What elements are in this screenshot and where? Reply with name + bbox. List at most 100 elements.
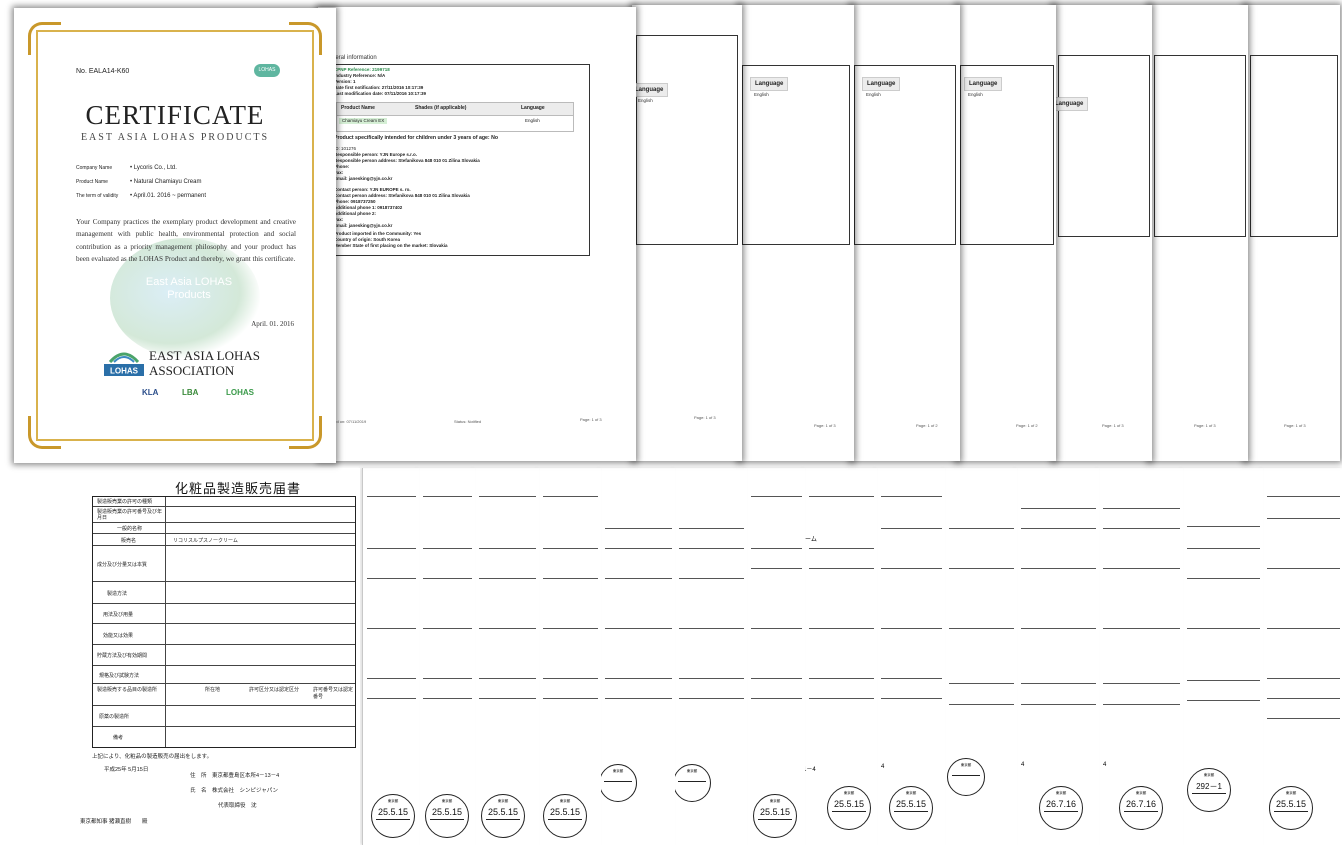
cell-product-name: Chamiayu Cream EX [339, 118, 388, 124]
product-name-field: Product Name • Natural Chamiayu Cream [76, 179, 201, 185]
jp-cosmetic-notification-form: 化粧品製造販売届書 製造販売業の許可の種類 製造販売業の許可番号及び年月日 一般… [60, 468, 360, 845]
language-header: Language [632, 83, 669, 97]
receipt-stamp: 東京都 25.5.15 [889, 786, 933, 830]
jp-form-strip-15: 東京都 25.5.15 [1262, 468, 1342, 845]
language-value: English [866, 92, 881, 97]
responsible-person-block: ID: 101276 Responsible person: YJN Europ… [334, 146, 584, 182]
field-label: The term of validity [76, 193, 119, 199]
certificate-subtitle: EAST ASIA LOHAS PRODUCTS [80, 132, 270, 143]
certificate-title: CERTIFICATE [85, 100, 265, 130]
cpnp-general-info: CPNP Reference: 2199718 Industry Referen… [334, 67, 584, 97]
cpnp-page-stack-6: Language English Page: 1 of 2 [850, 5, 960, 461]
receipt-stamp: 東京都 [947, 758, 985, 796]
language-value: English [968, 92, 983, 97]
contact-email: Email: janesking@yjn.co.kr [334, 223, 393, 228]
jp-form-strip-13: 4 東京都 26.7.16 [1098, 468, 1183, 845]
form-date: 平成25年 5月15日 [104, 767, 149, 773]
jp-form-strip-4: 東京都 25.5.15 [474, 468, 539, 845]
import-block: Product imported in the Community: Yes C… [334, 231, 584, 249]
row-label: 製造方法 [107, 591, 128, 597]
receipt-stamp: 東京都 [599, 764, 637, 802]
language-value: English [638, 98, 653, 103]
row-label: 成分及び分量又は本質 [97, 562, 148, 568]
page-number: Page: 1 of 3 [1102, 423, 1124, 428]
row-label: 製造販売業の許可の種類 [97, 499, 153, 505]
page-number: Page: 1 of 3 [694, 415, 716, 420]
lohas-logo-icon: LOHAS [104, 352, 144, 376]
jp-form-strip-11: 東京都 [944, 468, 1017, 845]
association-name: EAST ASIA LOHAS ASSOCIATION [149, 348, 261, 378]
cpnp-page-stack-7: Language English Page: 1 of 2 [956, 5, 1056, 461]
receipt-stamp: 東京都 [673, 764, 711, 802]
field-value: • April.01. 2016 ~ permanent [130, 193, 206, 199]
jp-form-strip-6: 東京都 [599, 468, 675, 845]
form-representative: 代表取締役 沈 [218, 803, 257, 809]
page-number: Page: 1 of 3 [1194, 423, 1216, 428]
receipt-stamp: 東京都 25.5.15 [481, 794, 525, 838]
logo-text: LOHAS [110, 367, 139, 376]
contact-person-block: Contact person: YJN EUROPE s. ro. Contac… [334, 187, 584, 229]
jp-form-strip-9: ーム 1－4 東京都 25.5.15 [803, 468, 877, 845]
cpnp-page-stack-10: Page: 1 of 3 [1244, 5, 1340, 461]
jp-form-strip-5: 東京都 25.5.15 [538, 468, 601, 845]
receipt-stamp: 東京都 25.5.15 [753, 794, 797, 838]
field-label: Product Name [76, 179, 108, 185]
language-value: English [754, 92, 769, 97]
product-table: Product Name Shades (if applicable) Lang… [336, 102, 574, 132]
form-address: 住 所 東京都豊島区本所4－13－4 [190, 773, 280, 779]
page-number: Page: 1 of 2 [1016, 423, 1038, 428]
cpnp-notification-page: General information CPNP Reference: 2199… [318, 7, 636, 461]
receipt-stamp: 東京都 25.5.15 [371, 794, 415, 838]
field-value: • Lycoris Co., Ltd. [130, 165, 177, 171]
col-label: 許可区分又は認定区分 [249, 687, 300, 693]
receipt-stamp: 東京都 25.5.15 [543, 794, 587, 838]
resp-email: Email: janesking@yjn.co.kr [334, 176, 393, 181]
status: Status: Notified [454, 419, 482, 424]
language-header: Language [964, 77, 1003, 91]
cpnp-page-stack-5: Language English Page: 1 of 3 [738, 5, 854, 461]
language-header: Language [862, 77, 901, 91]
receipt-stamp: 東京都 292－1 [1187, 768, 1231, 812]
page-number: Page: 1 of 3 [814, 423, 836, 428]
row-label: 効能又は効果 [103, 633, 134, 639]
product-name-jp: リコリスルプスノークリーム [173, 538, 238, 544]
top-document-row: Page: 1 of 3 Page: 1 of 3 Language Page:… [0, 0, 1342, 468]
jp-form-strip-10: 4 東京都 25.5.15 [876, 468, 945, 845]
partner-lohas: LOHAS [226, 388, 254, 397]
member-state: Member State of first placing on the mar… [334, 243, 448, 248]
certificate-body: Your Company practices the exemplary pro… [76, 218, 296, 264]
col-language: Language [521, 105, 545, 111]
jp-form-strip-7: 東京都 [673, 468, 747, 845]
watermark-text: East Asia LOHAS Products [145, 276, 233, 301]
cpnp-page-stack-4: Language English Page: 1 of 3 [632, 5, 742, 461]
receipt-stamp: 東京都 25.5.15 [1269, 786, 1313, 830]
certificate-number: No. EALA14-K60 [76, 68, 130, 75]
field-value: • Natural Chamiayu Cream [130, 179, 202, 185]
col-product-name: Product Name [341, 105, 375, 111]
row-label: 原薬の製造所 [99, 714, 130, 720]
partner-kla: KLA [142, 388, 159, 397]
row-label: 販売名 [121, 538, 137, 544]
page-number: Page: 1 of 2 [916, 423, 938, 428]
row-label: 製造販売する品目の製造所 [97, 687, 158, 693]
last-modification-date: Last modification date: 07/11/2016 10:17… [334, 91, 427, 96]
jp-form-strip-8: 東京都 25.5.15 [746, 468, 805, 845]
language-header: Language [750, 77, 789, 91]
language-header: Language [1052, 97, 1089, 111]
row-label: 用法及び用量 [103, 612, 134, 618]
col-label: 許可番号又は認定番号 [313, 687, 354, 700]
col-shades: Shades (if applicable) [415, 105, 467, 111]
jp-form-strip-14: 東京都 292－1 [1182, 468, 1263, 845]
company-name-field: Company Name • Lycoris Co., Ltd. [76, 165, 177, 171]
lohas-certificate: No. EALA14-K60 LOHAS CERTIFICATE EAST AS… [14, 8, 336, 463]
validity-field: The term of validity • April.01. 2016 ~ … [76, 193, 206, 199]
row-label: 備考 [113, 735, 124, 741]
jp-form-strip-2: 東京都 25.5.15 [362, 468, 419, 845]
form-title: 化粧品製造販売届書 [175, 481, 302, 496]
jp-form-strip-12: 4 東京都 26.7.16 [1016, 468, 1099, 845]
row-label: 貯蔵方法及び有効期間 [97, 653, 148, 659]
form-company: 氏 名 株式会社 シンピジャパン [190, 788, 279, 794]
row-label: 一般的名称 [117, 526, 143, 532]
form-statement: 上記により、化粧品の製造販売の届出をします。 [92, 754, 213, 760]
form-table: 製造販売業の許可の種類 製造販売業の許可番号及び年月日 一般的名称 販売名 リコ… [92, 496, 356, 748]
